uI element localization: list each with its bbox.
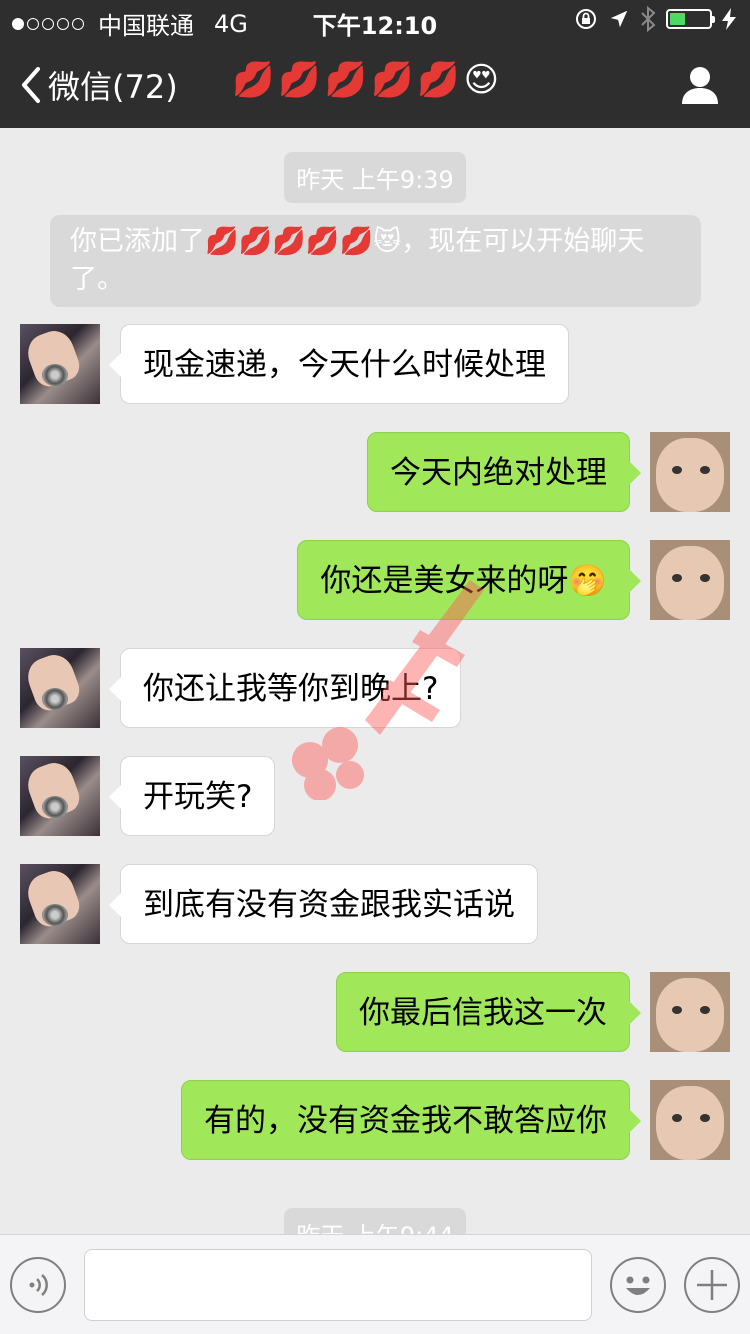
timestamp: 昨天 上午9:39 [0,152,750,203]
status-bar: 中国联通 4G 下午12:10 [0,0,750,40]
back-label: 微信(72) [48,68,178,106]
my-avatar[interactable] [650,972,730,1052]
message-bubble-incoming[interactable]: 现金速递，今天什么时候处理 [109,324,569,404]
bluetooth-icon [641,6,656,32]
my-avatar[interactable] [650,540,730,620]
plus-icon [697,1270,727,1300]
message-row: 到底有没有资金跟我实话说 [0,864,750,944]
back-button[interactable]: 微信(72) [18,62,178,108]
contact-avatar[interactable] [20,648,100,728]
battery-icon [666,9,715,29]
rotation-lock-icon [576,9,596,29]
emoji-button[interactable] [610,1257,666,1313]
message-bubble-outgoing[interactable]: 有的，没有资金我不敢答应你 [181,1080,641,1160]
system-message: 你已添加了💋💋💋💋💋😻，现在可以开始聊天了。 [50,215,701,307]
message-bubble-outgoing[interactable]: 今天内绝对处理 [367,432,641,512]
input-bar [0,1234,750,1334]
contact-avatar[interactable] [20,324,100,404]
status-icons [574,6,736,32]
message-row: 你还让我等你到晚上? [0,648,750,728]
emoji-icon [626,1276,650,1295]
nav-bar: 微信(72) 💋💋💋💋💋😍 [0,40,750,128]
plus-button[interactable] [684,1257,740,1313]
profile-icon[interactable] [680,64,720,104]
message-row: 有的，没有资金我不敢答应你 [0,1080,750,1160]
my-avatar[interactable] [650,432,730,512]
back-chevron-icon [22,67,40,103]
message-bubble-incoming[interactable]: 到底有没有资金跟我实话说 [109,864,538,944]
voice-button[interactable] [10,1257,66,1313]
contact-avatar[interactable] [20,756,100,836]
my-avatar[interactable] [650,1080,730,1160]
location-icon [610,10,628,28]
message-input[interactable] [84,1249,592,1321]
message-row: 开玩笑? [0,756,750,836]
message-bubble-outgoing[interactable]: 你还是美女来的呀🤭 [297,540,641,620]
message-row: 你还是美女来的呀🤭 [0,540,750,620]
message-row: 现金速递，今天什么时候处理 [0,324,750,404]
message-bubble-incoming[interactable]: 你还让我等你到晚上? [108,648,462,728]
message-bubble-incoming[interactable]: 开玩笑? [108,756,276,836]
chat-title: 💋💋💋💋💋😍 [232,60,504,100]
message-row: 你最后信我这一次 [0,972,750,1052]
charging-icon [722,8,736,30]
voice-icon [29,1274,48,1296]
message-row: 今天内绝对处理 [0,432,750,512]
message-bubble-outgoing[interactable]: 你最后信我这一次 [336,972,641,1052]
contact-avatar[interactable] [20,864,100,944]
